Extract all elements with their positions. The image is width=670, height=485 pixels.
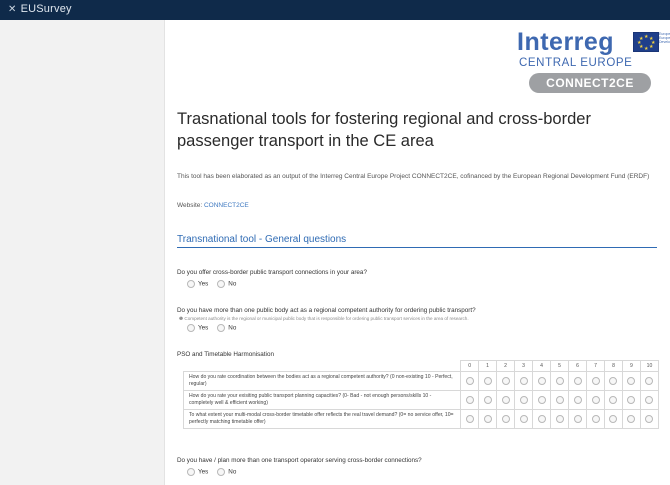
radio-button[interactable] [465, 377, 474, 385]
radio-button[interactable] [591, 377, 600, 385]
radio-button[interactable] [519, 396, 528, 404]
question-operators: Do you have / plan more than one transpo… [177, 457, 657, 476]
matrix-column-header: 10 [639, 360, 660, 372]
radio-button[interactable] [501, 396, 510, 404]
radio-button[interactable] [555, 377, 564, 385]
radio-button[interactable] [187, 468, 195, 476]
question-text: Do you have more than one public body ac… [177, 307, 476, 314]
radio-group: Yes No [187, 468, 657, 476]
left-panel [0, 20, 165, 485]
interreg-logo: Interreg ★★ ★★ ★★ ★★ European Union Euro… [517, 28, 670, 94]
connect2ce-badge: CONNECT2CE [529, 73, 651, 93]
survey-title: Trasnational tools for fostering regiona… [177, 110, 591, 150]
matrix-column-header: 7 [586, 360, 605, 372]
question-text: Do you offer cross-border public transpo… [177, 269, 367, 276]
option-yes[interactable]: Yes [187, 468, 208, 476]
radio-button[interactable] [483, 377, 492, 385]
radio-button[interactable] [573, 415, 582, 423]
app-name: EUSurvey [20, 3, 72, 15]
radio-button[interactable] [483, 396, 492, 404]
matrix-column-header: 8 [604, 360, 623, 372]
radio-group: Yes No [187, 324, 657, 332]
radio-button[interactable] [187, 324, 195, 332]
radio-button[interactable] [573, 396, 582, 404]
matrix-row-label: To what extent your multi-modal cross-bo… [182, 409, 462, 429]
interreg-wordmark: Interreg [517, 28, 615, 56]
radio-button[interactable] [591, 415, 600, 423]
option-no[interactable]: No [217, 468, 236, 476]
matrix-row-timetable: To what extent your multi-modal cross-bo… [182, 409, 660, 429]
matrix-column-header: 4 [532, 360, 552, 372]
radio-button[interactable] [483, 415, 492, 423]
top-bar: ✕ EUSurvey [0, 0, 670, 20]
radio-group: Yes No [187, 280, 657, 288]
radio-button[interactable] [537, 377, 546, 385]
eusurvey-logo[interactable]: ✕ EUSurvey [8, 3, 72, 15]
option-no[interactable]: No [217, 280, 236, 288]
matrix-row-planning: How do you rate your exisiting public tr… [182, 390, 660, 410]
radio-button[interactable] [217, 324, 226, 332]
radio-button[interactable] [645, 396, 654, 404]
question-competent-authority: Do you have more than one public body ac… [177, 307, 657, 332]
option-yes[interactable]: Yes [187, 280, 208, 288]
matrix-row-coordination: How do you rate coordination between the… [182, 371, 660, 391]
radio-button[interactable] [217, 468, 226, 476]
question-text: Do you have / plan more than one transpo… [177, 457, 422, 464]
matrix-column-header: 5 [550, 360, 570, 372]
website-link[interactable]: CONNECT2CE [204, 202, 249, 209]
matrix-row-label: How do you rate your exisiting public tr… [182, 390, 462, 410]
radio-button[interactable] [465, 415, 474, 423]
rating-matrix: 0 1 2 3 4 5 6 7 8 9 10 How do you rate c… [182, 360, 660, 429]
eu-fund-text: European Union European Regional Develop… [659, 32, 670, 44]
radio-button[interactable] [555, 415, 564, 423]
eusurvey-logo-icon: ✕ [8, 3, 17, 15]
radio-button[interactable] [537, 396, 546, 404]
radio-button[interactable] [627, 396, 636, 404]
radio-button[interactable] [519, 377, 528, 385]
matrix-column-header: 2 [496, 360, 516, 372]
radio-button[interactable] [609, 415, 618, 423]
radio-button[interactable] [609, 396, 618, 404]
matrix-row-label: How do you rate coordination between the… [182, 371, 462, 391]
radio-button[interactable] [501, 415, 510, 423]
radio-button[interactable] [465, 396, 474, 404]
central-europe-label: CENTRAL EUROPE [519, 57, 633, 69]
survey-description: This tool has been elaborated as an outp… [177, 173, 650, 180]
website-line: Website: CONNECT2CE [177, 202, 249, 209]
radio-button[interactable] [217, 280, 226, 288]
radio-button[interactable] [627, 415, 636, 423]
radio-button[interactable] [555, 396, 564, 404]
help-note: ❶ Competent authority is the regional or… [179, 316, 469, 321]
matrix-column-header: 0 [460, 360, 480, 372]
survey-content: Interreg ★★ ★★ ★★ ★★ European Union Euro… [165, 20, 670, 485]
radio-button[interactable] [591, 396, 600, 404]
radio-button[interactable] [519, 415, 528, 423]
radio-button[interactable] [537, 415, 546, 423]
option-no[interactable]: No [217, 324, 236, 332]
matrix-header-row: 0 1 2 3 4 5 6 7 8 9 10 [183, 360, 660, 372]
matrix-column-header: 6 [568, 360, 588, 372]
matrix-title: PSO and Timetable Harmonisation [177, 351, 274, 358]
matrix-column-header: 3 [514, 360, 534, 372]
option-yes[interactable]: Yes [187, 324, 208, 332]
radio-button[interactable] [645, 377, 654, 385]
matrix-corner [183, 360, 462, 372]
radio-button[interactable] [501, 377, 510, 385]
eu-flag-icon: ★ ★ ★ ★ ★ ★ ★ ★ [633, 32, 659, 52]
radio-button[interactable] [573, 377, 582, 385]
info-icon: ❶ [179, 316, 184, 321]
radio-button[interactable] [609, 377, 618, 385]
matrix-column-header: 1 [478, 360, 498, 372]
website-label: Website: [177, 202, 203, 209]
radio-button[interactable] [187, 280, 195, 288]
radio-button[interactable] [627, 377, 636, 385]
matrix-column-header: 9 [621, 360, 641, 372]
section-title: Transnational tool - General questions [177, 234, 657, 248]
question-cross-border: Do you offer cross-border public transpo… [177, 269, 657, 288]
radio-button[interactable] [645, 415, 654, 423]
